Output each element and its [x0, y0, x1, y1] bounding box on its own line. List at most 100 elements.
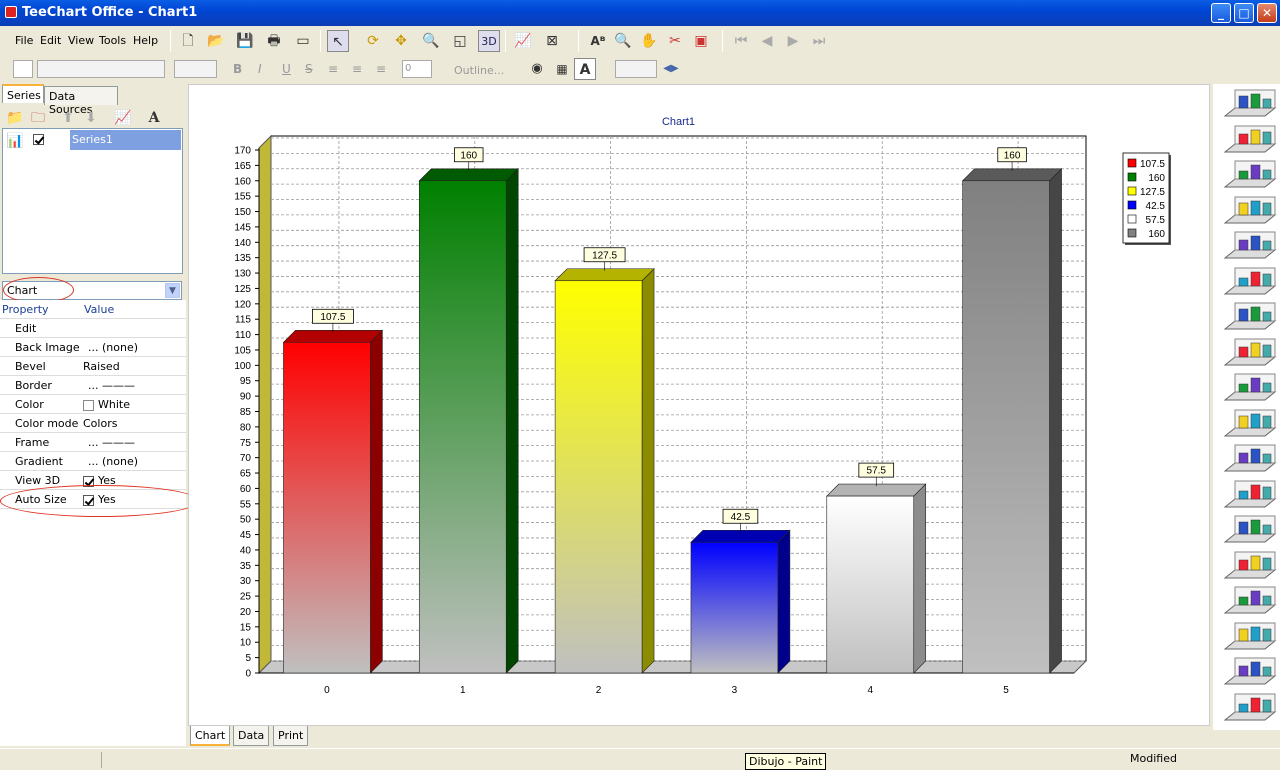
select-arrow-icon[interactable]: ↖: [327, 30, 349, 52]
font-size-select[interactable]: [174, 60, 217, 78]
outline-button[interactable]: Outline...: [454, 64, 504, 77]
hand-pan-icon[interactable]: ✋: [638, 30, 660, 52]
point-icon[interactable]: [1221, 512, 1277, 546]
tab-print[interactable]: Print: [273, 726, 309, 746]
print-preview-icon[interactable]: ▭: [292, 30, 314, 52]
edit-chart-icon[interactable]: 📈: [512, 30, 534, 52]
first-page-icon[interactable]: ⏮: [730, 30, 752, 52]
prop-bevel[interactable]: Bevel Raised: [0, 357, 186, 376]
series-list-item[interactable]: Series1: [70, 130, 181, 150]
donut-icon[interactable]: [1221, 299, 1277, 333]
tab-data-sources[interactable]: Data Sources: [44, 86, 118, 116]
theme-icon[interactable]: ◉: [526, 58, 548, 80]
cube-bar-icon[interactable]: [1221, 335, 1277, 369]
align-center-icon[interactable]: ≡: [352, 62, 362, 76]
new-file-icon[interactable]: 🗋: [177, 30, 199, 52]
y-tick-label: 120: [234, 299, 251, 310]
shapes-icon[interactable]: [1221, 228, 1277, 262]
stair-icon[interactable]: [1221, 477, 1277, 511]
prop-color[interactable]: Color White: [0, 395, 186, 414]
depth-icon[interactable]: ◱: [449, 30, 471, 52]
strikeout-icon[interactable]: S: [305, 62, 313, 76]
rotate-icon[interactable]: ⟳: [362, 30, 384, 52]
menu-view[interactable]: View: [68, 34, 94, 47]
prop-gradient[interactable]: Gradient... (none): [0, 452, 186, 471]
font-tool-icon[interactable]: Aᴮ: [587, 30, 609, 52]
bold-icon[interactable]: B: [233, 62, 242, 76]
zoom-select[interactable]: [615, 60, 657, 78]
horiz-bar-icon[interactable]: [1221, 157, 1277, 191]
pie-icon[interactable]: [1221, 193, 1277, 227]
pyramid-icon[interactable]: [1221, 548, 1277, 582]
spin-input[interactable]: 0: [402, 60, 432, 78]
minimize-button[interactable]: _: [1211, 3, 1231, 23]
color-box[interactable]: [13, 60, 33, 78]
y-tick-label: 5: [245, 653, 251, 664]
menu-tools[interactable]: Tools: [99, 34, 126, 47]
bar: [283, 341, 371, 674]
prop-frame[interactable]: Frame... ———: [0, 433, 186, 452]
prop-color-mode[interactable]: Color mode Colors: [0, 414, 186, 433]
prop-back-image[interactable]: Back Image... (none): [0, 338, 186, 357]
bar-3d-icon[interactable]: [1221, 122, 1277, 156]
y-tick-label: 70: [240, 453, 252, 464]
spike-icon[interactable]: [1221, 370, 1277, 404]
text-font-icon[interactable]: A: [574, 58, 596, 80]
move-icon[interactable]: ✥: [390, 30, 412, 52]
line-icon[interactable]: [1221, 264, 1277, 298]
underline-icon[interactable]: U: [282, 62, 291, 76]
next-page-icon[interactable]: ▶: [782, 30, 804, 52]
print-icon[interactable]: 🖶: [263, 30, 285, 52]
menu-edit[interactable]: Edit: [40, 34, 61, 47]
tab-chart[interactable]: Chart: [190, 726, 231, 746]
series-visible-checkbox[interactable]: [33, 134, 44, 145]
zoom-in-icon[interactable]: 🔍: [612, 30, 634, 52]
menu-help[interactable]: Help: [133, 34, 158, 47]
move-up-icon[interactable]: ⬆: [57, 107, 79, 129]
map-icon[interactable]: [1221, 583, 1277, 617]
chevron-down-icon[interactable]: ▼: [165, 283, 180, 298]
tab-series[interactable]: Series: [2, 84, 44, 103]
prev-page-icon[interactable]: ◀: [756, 30, 778, 52]
series-title-icon[interactable]: A: [143, 107, 165, 129]
edit-series-icon[interactable]: 📈: [112, 107, 134, 129]
add-series-icon[interactable]: 📁: [4, 107, 26, 129]
save-icon[interactable]: 💾: [234, 30, 256, 52]
tree-icon-glyph: [1223, 622, 1277, 649]
prop-border[interactable]: Border... ———: [0, 376, 186, 395]
ramp-icon[interactable]: [1221, 690, 1277, 724]
menu-file[interactable]: File: [15, 34, 33, 47]
align-left-icon[interactable]: ≡: [328, 62, 338, 76]
app-icon[interactable]: [5, 6, 17, 18]
chart-canvas[interactable]: 0 5 10 15 20 25 30 35 40 45 50 55 60 65 70 75 80 85 90 95 10…: [188, 84, 1210, 726]
color-swatch[interactable]: [83, 399, 94, 411]
font-name-select[interactable]: [37, 60, 165, 78]
prop-edit[interactable]: Edit: [0, 319, 186, 338]
tree-icon[interactable]: [1221, 619, 1277, 653]
scroll-arrows-icon[interactable]: ◀▶: [660, 58, 682, 80]
zoom-icon[interactable]: 🔍: [420, 30, 442, 52]
tab-data[interactable]: Data: [233, 726, 270, 746]
data-label: 107.5: [320, 312, 345, 323]
y-tick-label: 20: [240, 607, 252, 618]
move-down-icon[interactable]: ⬇: [80, 107, 102, 129]
scatter-icon[interactable]: [1221, 654, 1277, 688]
area-3d-icon[interactable]: [1221, 86, 1277, 120]
last-page-icon[interactable]: ⏭: [808, 30, 830, 52]
marks-icon[interactable]: ▣: [690, 30, 712, 52]
legend-swatch: [1127, 228, 1137, 238]
y-tick-label: 30: [240, 576, 252, 587]
export-icon[interactable]: ⊠: [541, 30, 563, 52]
open-folder-icon[interactable]: 📂: [205, 30, 227, 52]
italic-icon[interactable]: I: [258, 62, 262, 76]
fastline-icon[interactable]: [1221, 406, 1277, 440]
delete-series-icon[interactable]: 🗀: [27, 107, 49, 129]
close-button[interactable]: ✕: [1257, 3, 1277, 23]
bar-chart: 0510152025303540455055606570758085909510…: [234, 116, 1171, 696]
maximize-button[interactable]: □: [1234, 3, 1254, 23]
surface-icon[interactable]: [1221, 441, 1277, 475]
align-right-icon[interactable]: ≡: [376, 62, 386, 76]
3d-toggle-button[interactable]: 3D: [478, 30, 500, 52]
cut-icon[interactable]: ✂: [664, 30, 686, 52]
grid-pattern-icon[interactable]: ▦: [551, 58, 573, 80]
